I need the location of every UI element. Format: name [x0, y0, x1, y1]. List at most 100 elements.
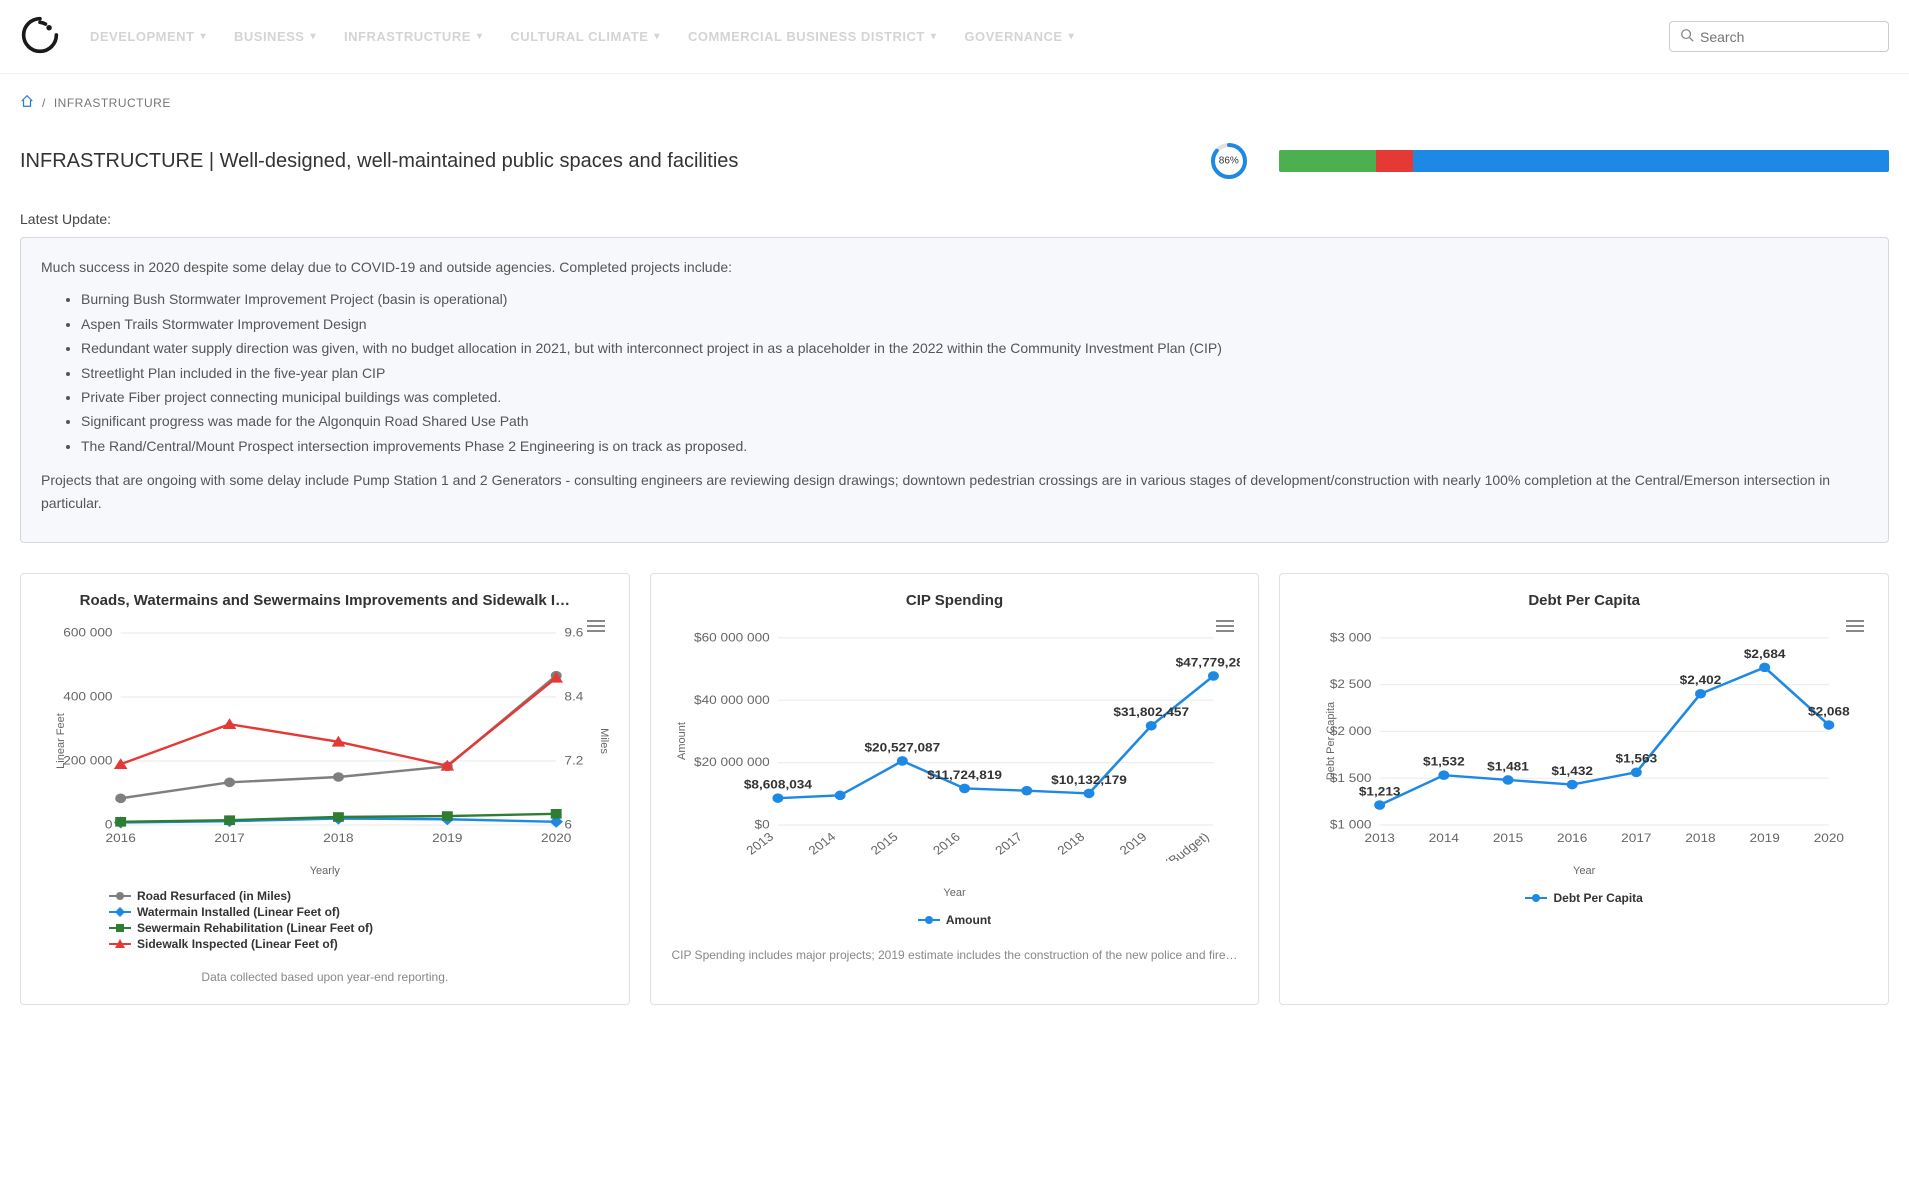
- svg-text:2018: 2018: [1686, 830, 1716, 844]
- chevron-down-icon: ▾: [477, 31, 483, 42]
- y-axis-label-right: Miles: [598, 728, 610, 754]
- svg-text:$10,132,179: $10,132,179: [1051, 772, 1127, 786]
- svg-text:9.6: 9.6: [564, 625, 583, 639]
- nav-cultural-climate[interactable]: CULTURAL CLIMATE▾: [510, 29, 660, 44]
- svg-text:2016: 2016: [929, 829, 962, 857]
- legend-item: Amount: [918, 913, 991, 927]
- svg-text:2019: 2019: [432, 830, 462, 844]
- main-nav: DEVELOPMENT▾ BUSINESS▾ INFRASTRUCTURE▾ C…: [90, 29, 1669, 44]
- search-icon: [1680, 28, 1694, 45]
- home-icon[interactable]: [20, 94, 34, 111]
- svg-text:8.4: 8.4: [564, 689, 583, 703]
- chart-area-roads: Linear Feet Miles 0200 000400 000600 000…: [39, 621, 611, 861]
- svg-text:2015: 2015: [867, 829, 900, 857]
- update-bullet: Aspen Trails Stormwater Improvement Desi…: [81, 313, 1868, 335]
- svg-text:$60 000 000: $60 000 000: [694, 630, 770, 644]
- svg-text:2018: 2018: [323, 830, 353, 844]
- update-bullet: Burning Bush Stormwater Improvement Proj…: [81, 288, 1868, 310]
- breadcrumb: / INFRASTRUCTURE: [20, 94, 1889, 111]
- svg-text:2020 (Budget): 2020 (Budget): [1135, 829, 1211, 860]
- chart-card-debt: Debt Per Capita Debt Per Capita $1 000$1…: [1279, 573, 1889, 1005]
- chart-legend-debt: Debt Per Capita: [1298, 889, 1870, 907]
- latest-update-box: Much success in 2020 despite some delay …: [20, 237, 1889, 543]
- nav-governance[interactable]: GOVERNANCE▾: [964, 29, 1074, 44]
- latest-update-label: Latest Update:: [20, 211, 1889, 227]
- chart-area-cip: Amount $0 $20 000 000 $40 000 000 $60 000 0…: [669, 621, 1241, 861]
- svg-text:400 000: 400 000: [63, 689, 112, 703]
- chart-legend-cip: Amount: [669, 911, 1241, 929]
- svg-text:$1,563: $1,563: [1616, 751, 1658, 765]
- search-box[interactable]: [1669, 21, 1889, 52]
- update-bullet: The Rand/Central/Mount Prospect intersec…: [81, 435, 1868, 457]
- x-axis-label-debt: Year: [1298, 865, 1870, 877]
- svg-text:2016: 2016: [106, 830, 136, 844]
- page-title: INFRASTRUCTURE | Well-designed, well-mai…: [20, 150, 1179, 173]
- chart-title-debt: Debt Per Capita: [1298, 592, 1870, 609]
- progress-percent: 86%: [1219, 156, 1239, 167]
- update-bullets: Burning Bush Stormwater Improvement Proj…: [81, 288, 1868, 457]
- svg-text:2013: 2013: [743, 829, 776, 857]
- svg-text:6: 6: [564, 817, 572, 831]
- svg-text:$1,432: $1,432: [1552, 764, 1594, 778]
- chevron-down-icon: ▾: [1069, 31, 1075, 42]
- svg-text:2018: 2018: [1054, 829, 1087, 857]
- svg-text:2019: 2019: [1750, 830, 1780, 844]
- chart-footer-cip: CIP Spending includes major projects; 20…: [669, 947, 1241, 964]
- search-input[interactable]: [1700, 29, 1881, 45]
- status-bar: [1279, 150, 1889, 172]
- svg-text:$2,684: $2,684: [1744, 646, 1787, 660]
- chart-card-roads: Roads, Watermains and Sewermains Improve…: [20, 573, 630, 1005]
- update-bullet: Private Fiber project connecting municip…: [81, 386, 1868, 408]
- nav-infrastructure[interactable]: INFRASTRUCTURE▾: [344, 29, 482, 44]
- legend-item: Watermain Installed (Linear Feet of): [109, 905, 611, 919]
- chart-title-roads: Roads, Watermains and Sewermains Improve…: [39, 592, 611, 609]
- breadcrumb-sep: /: [42, 96, 46, 110]
- nav-business[interactable]: BUSINESS▾: [234, 29, 316, 44]
- status-segment: [1376, 150, 1413, 172]
- chart-area-debt: Debt Per Capita $1 000$1 500$2 000$2 500…: [1298, 621, 1870, 861]
- title-row: INFRASTRUCTURE | Well-designed, well-mai…: [20, 141, 1889, 181]
- svg-text:2017: 2017: [992, 829, 1025, 857]
- svg-text:2017: 2017: [214, 830, 244, 844]
- svg-text:$1 000: $1 000: [1330, 817, 1372, 831]
- nav-development[interactable]: DEVELOPMENT▾: [90, 29, 206, 44]
- svg-text:$20 000 000: $20 000 000: [694, 755, 770, 769]
- update-bullet: Redundant water supply direction was giv…: [81, 337, 1868, 359]
- svg-text:$1,532: $1,532: [1423, 754, 1465, 768]
- legend-item: Debt Per Capita: [1525, 891, 1642, 905]
- y-axis-label-cip: Amount: [676, 722, 688, 760]
- y-axis-label-left: Linear Feet: [55, 713, 67, 769]
- chevron-down-icon: ▾: [200, 31, 206, 42]
- progress-donut: 86%: [1209, 141, 1249, 181]
- svg-text:$1,481: $1,481: [1488, 759, 1530, 773]
- update-outro: Projects that are ongoing with some dela…: [41, 469, 1868, 514]
- update-bullet: Significant progress was made for the Al…: [81, 410, 1868, 432]
- y-axis-label-debt: Debt Per Capita: [1325, 702, 1337, 780]
- svg-text:2013: 2013: [1365, 830, 1395, 844]
- svg-text:7.2: 7.2: [564, 753, 583, 767]
- svg-text:2015: 2015: [1493, 830, 1523, 844]
- legend-item: Sewermain Rehabilitation (Linear Feet of…: [109, 921, 611, 935]
- x-axis-label-cip: Year: [669, 887, 1241, 899]
- svg-text:0: 0: [105, 817, 113, 831]
- svg-text:2014: 2014: [1429, 830, 1459, 844]
- svg-text:2019: 2019: [1116, 829, 1149, 857]
- chart-footer-roads: Data collected based upon year-end repor…: [39, 969, 611, 986]
- svg-text:$2,402: $2,402: [1680, 673, 1722, 687]
- svg-text:600 000: 600 000: [63, 625, 112, 639]
- chevron-down-icon: ▾: [654, 31, 660, 42]
- update-intro: Much success in 2020 despite some delay …: [41, 256, 1868, 278]
- header: DEVELOPMENT▾ BUSINESS▾ INFRASTRUCTURE▾ C…: [0, 0, 1909, 74]
- breadcrumb-current: INFRASTRUCTURE: [54, 96, 171, 110]
- svg-text:2017: 2017: [1622, 830, 1652, 844]
- chart-title-cip: CIP Spending: [669, 592, 1241, 609]
- svg-text:2020: 2020: [541, 830, 571, 844]
- legend-item: Sidewalk Inspected (Linear Feet of): [109, 937, 611, 951]
- nav-commercial-business-district[interactable]: COMMERCIAL BUSINESS DISTRICT▾: [688, 29, 936, 44]
- svg-text:$40 000 000: $40 000 000: [694, 692, 770, 706]
- chevron-down-icon: ▾: [310, 31, 316, 42]
- update-bullet: Streetlight Plan included in the five-ye…: [81, 362, 1868, 384]
- svg-text:$0: $0: [754, 817, 769, 831]
- chevron-down-icon: ▾: [931, 31, 937, 42]
- logo[interactable]: [20, 15, 60, 58]
